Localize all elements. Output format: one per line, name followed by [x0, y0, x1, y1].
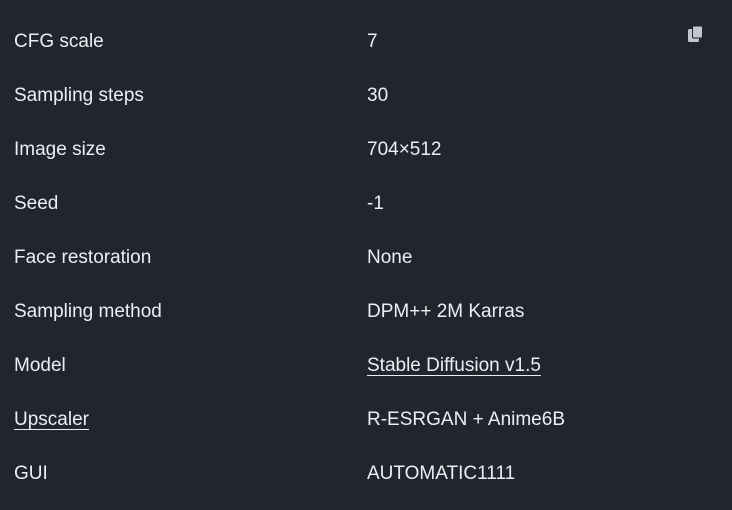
- parameters-list: CFG scale 7 Sampling steps 30 Image size…: [0, 15, 732, 501]
- upscaler-link[interactable]: Upscaler: [14, 409, 89, 431]
- model-label: Model: [14, 355, 66, 376]
- sampling-method-label: Sampling method: [14, 301, 162, 322]
- gui-value: AUTOMATIC1111: [367, 463, 516, 484]
- row-sampling-steps: Sampling steps 30: [0, 69, 732, 123]
- seed-value: -1: [367, 193, 384, 214]
- row-face-restoration: Face restoration None: [0, 231, 732, 285]
- cfg-scale-label: CFG scale: [14, 31, 104, 52]
- face-restoration-label: Face restoration: [14, 247, 152, 268]
- row-model: Model Stable Diffusion v1.5: [0, 339, 732, 393]
- image-size-label: Image size: [14, 139, 106, 160]
- row-gui: GUI AUTOMATIC1111: [0, 447, 732, 501]
- gui-label: GUI: [14, 463, 48, 484]
- sampling-steps-label: Sampling steps: [14, 85, 144, 106]
- row-cfg-scale: CFG scale 7: [0, 15, 732, 69]
- sampling-steps-value: 30: [367, 85, 389, 106]
- row-upscaler: Upscaler R-ESRGAN + Anime6B: [0, 393, 732, 447]
- upscaler-value: R-ESRGAN + Anime6B: [367, 409, 565, 430]
- model-link[interactable]: Stable Diffusion v1.5: [367, 355, 541, 377]
- generation-parameters-panel: CFG scale 7 Sampling steps 30 Image size…: [0, 0, 732, 510]
- sampling-method-value: DPM++ 2M Karras: [367, 301, 525, 322]
- face-restoration-value: None: [367, 247, 413, 268]
- image-size-value: 704×512: [367, 139, 442, 160]
- seed-label: Seed: [14, 193, 59, 214]
- row-image-size: Image size 704×512: [0, 123, 732, 177]
- cfg-scale-value: 7: [367, 31, 378, 52]
- row-sampling-method: Sampling method DPM++ 2M Karras: [0, 285, 732, 339]
- row-seed: Seed -1: [0, 177, 732, 231]
